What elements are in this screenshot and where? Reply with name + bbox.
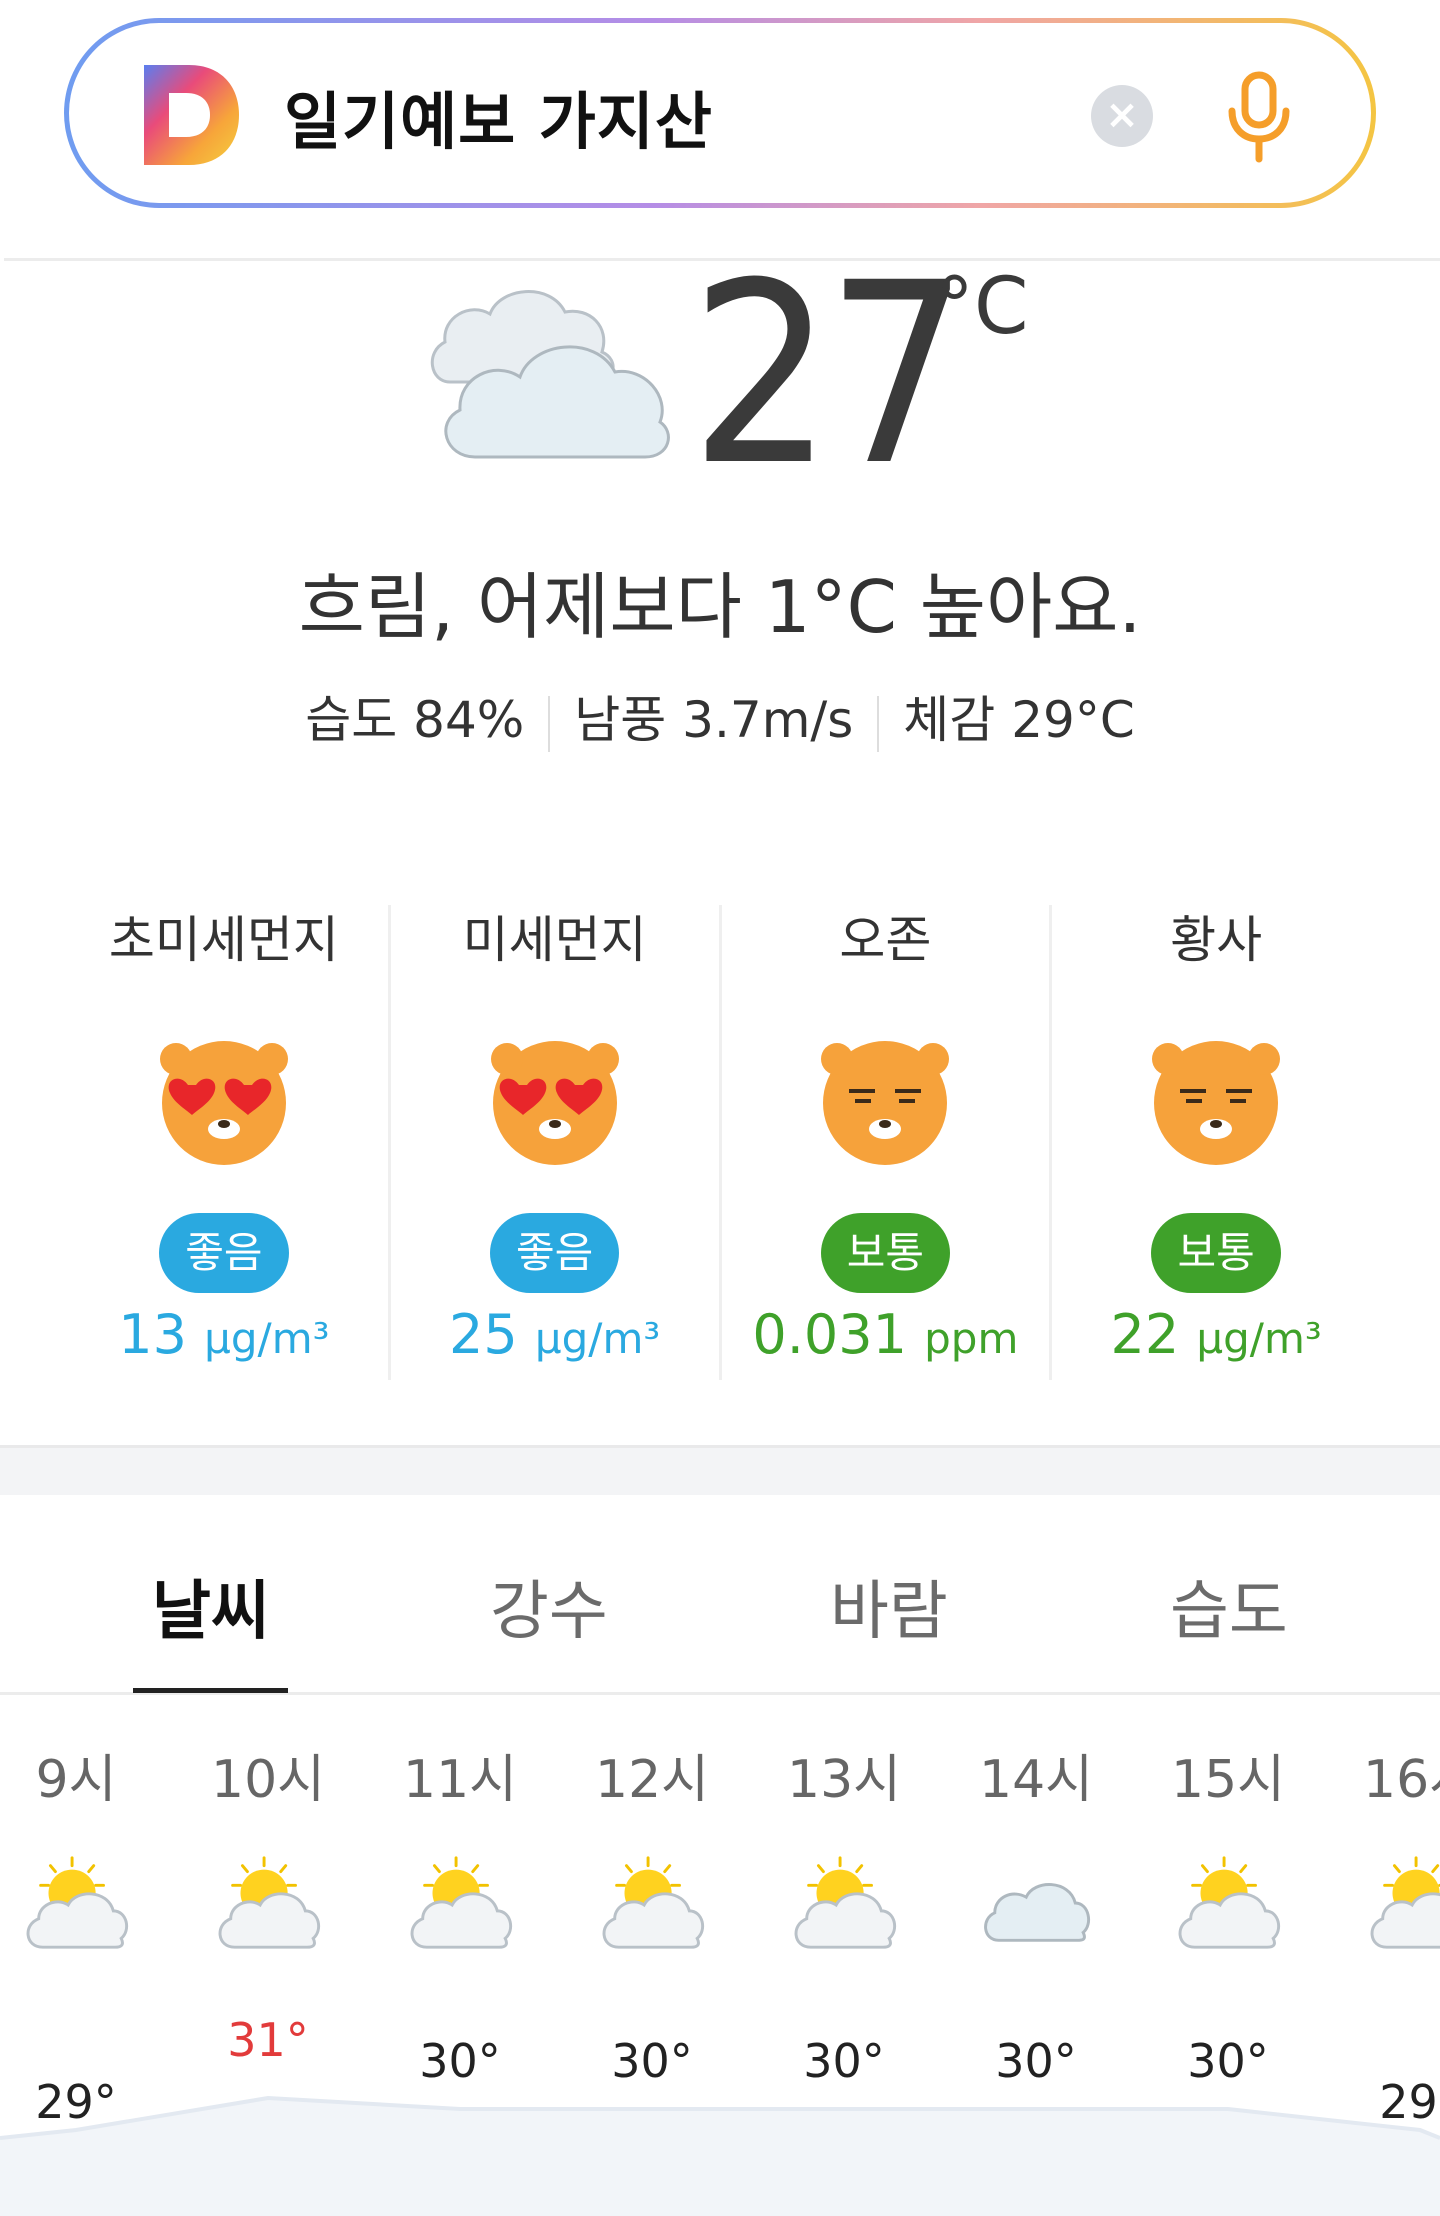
air-quality-unit: ppm <box>924 1314 1019 1363</box>
neutral-face-icon <box>1152 1041 1281 1165</box>
air-quality-unit: μg/m³ <box>1196 1314 1322 1363</box>
sun-cloud-icon <box>602 1856 705 1949</box>
hourly-item: 11시 <box>370 1745 550 1953</box>
air-quality-title: 미세먼지 <box>462 911 647 969</box>
air-quality-number: 25 <box>449 1303 518 1366</box>
heart-eyes-face-icon <box>490 1041 619 1165</box>
daum-logo-icon <box>144 65 239 165</box>
hourly-temperature: 30° <box>995 2034 1077 2088</box>
air-quality-title: 초미세먼지 <box>108 911 339 969</box>
air-quality-number: 22 <box>1110 1303 1180 1366</box>
sun-cloud-icon <box>218 1856 321 1949</box>
hourly-item: 15시 <box>1138 1745 1318 1953</box>
search-bar-inner: 일기예보 가지산 × <box>69 23 1371 203</box>
sun-cloud-icon <box>26 1856 129 1949</box>
tab-precipitation[interactable]: 강수 <box>490 1560 608 1652</box>
air-quality-panel: 초미세먼지 좋음 13 μg/m³ 미세먼지 좋음 25 μg/m³ 오존 보통… <box>60 905 1380 1380</box>
air-quality-badge: 보통 <box>1151 1213 1281 1293</box>
cloudy-weather-icon <box>430 290 670 459</box>
clear-search-button[interactable]: × <box>1091 85 1153 147</box>
air-quality-value: 13 μg/m³ <box>60 1303 388 1366</box>
feels-like-text: 체감 29°C <box>903 691 1135 749</box>
separator <box>548 695 551 752</box>
hour-label: 11시 <box>402 1750 517 1810</box>
air-quality-item[interactable]: 황사 보통 22 μg/m³ <box>1049 905 1380 1380</box>
air-quality-number: 13 <box>118 1303 187 1366</box>
hourly-temperature: 30° <box>1187 2034 1269 2088</box>
search-bar[interactable]: 일기예보 가지산 × <box>64 18 1376 208</box>
hour-label: 10시 <box>210 1750 325 1810</box>
search-query[interactable]: 일기예보 가지산 <box>284 71 713 161</box>
hour-label: 12시 <box>594 1750 709 1810</box>
air-quality-badge: 좋음 <box>489 1213 620 1293</box>
air-quality-unit: μg/m³ <box>534 1314 661 1363</box>
air-quality-item[interactable]: 오존 보통 0.031 ppm <box>718 905 1050 1380</box>
separator <box>877 695 880 752</box>
hour-label: 9시 <box>35 1750 117 1810</box>
temperature-area <box>0 2098 1440 2216</box>
hour-label: 15시 <box>1170 1750 1285 1810</box>
hourly-temperature: 30° <box>803 2034 885 2088</box>
section-divider-band <box>0 1445 1440 1495</box>
air-quality-value: 22 μg/m³ <box>1052 1303 1380 1366</box>
air-quality-value: 25 μg/m³ <box>391 1303 719 1366</box>
hourly-item: 14시 <box>946 1745 1126 1953</box>
heart-eyes-face-icon <box>159 1041 288 1165</box>
weather-summary: 흐림, 어제보다 1°C 높아요. <box>298 565 1142 649</box>
air-quality-badge: 보통 <box>820 1213 951 1293</box>
sun-cloud-icon <box>1370 1856 1440 1949</box>
air-quality-unit: μg/m³ <box>204 1314 330 1363</box>
wind-text: 남풍 3.7m/s <box>574 691 854 749</box>
hourly-item: 13시 <box>754 1745 934 1953</box>
hour-label: 13시 <box>786 1750 901 1810</box>
active-tab-indicator <box>133 1688 288 1693</box>
hour-label: 14시 <box>978 1750 1093 1810</box>
hourly-item: 10시 <box>178 1745 358 1953</box>
hourly-temperature: 30° <box>419 2034 501 2088</box>
temperature-trend-line <box>0 2095 1440 2216</box>
air-quality-title: 오존 <box>839 911 932 969</box>
hourly-item: 16시 <box>1330 1745 1440 1953</box>
air-quality-number: 0.031 <box>752 1303 907 1366</box>
temperature-unit: °C <box>935 262 1029 352</box>
tab-weather[interactable]: 날씨 <box>152 1560 270 1652</box>
air-quality-item[interactable]: 초미세먼지 좋음 13 μg/m³ <box>60 905 388 1380</box>
hourly-temperature: 31° <box>227 2013 309 2067</box>
sun-cloud-icon <box>1178 1856 1281 1949</box>
hour-label: 16시 <box>1362 1750 1440 1810</box>
sun-cloud-icon <box>410 1856 513 1949</box>
forecast-tabs: 날씨 강수 바람 습도 <box>0 1540 1440 1695</box>
hourly-temperature: 30° <box>611 2034 693 2088</box>
current-temperature: 27 <box>690 229 969 520</box>
weather-details: 습도 84% 남풍 3.7m/s 체감 29°C <box>0 680 1440 752</box>
air-quality-item[interactable]: 미세먼지 좋음 25 μg/m³ <box>387 905 719 1380</box>
sun-cloud-icon <box>794 1856 897 1949</box>
hourly-item: 12시 <box>562 1745 742 1953</box>
neutral-face-icon <box>821 1041 950 1165</box>
hourly-item: 9시 <box>0 1745 166 1953</box>
humidity-text: 습도 84% <box>305 691 525 749</box>
air-quality-badge: 좋음 <box>159 1213 289 1293</box>
tab-humidity[interactable]: 습도 <box>1170 1560 1288 1652</box>
air-quality-value: 0.031 ppm <box>722 1303 1050 1366</box>
air-quality-title: 황사 <box>1170 911 1263 969</box>
cloud-icon <box>984 1883 1091 1942</box>
tab-wind[interactable]: 바람 <box>830 1560 948 1652</box>
microphone-icon[interactable] <box>1224 71 1294 163</box>
